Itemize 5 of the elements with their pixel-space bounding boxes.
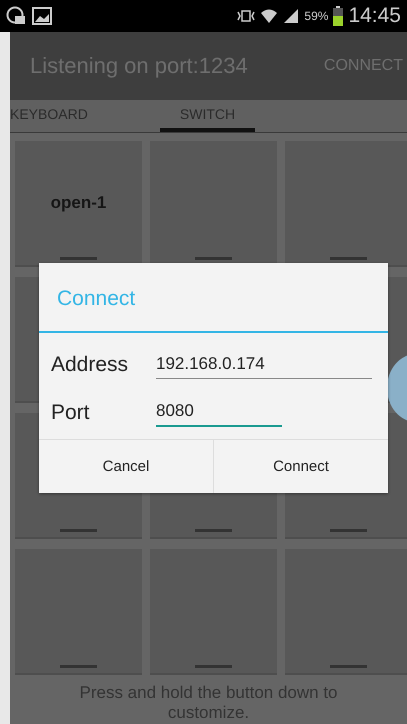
dialog-title: Connect: [39, 263, 388, 333]
field-label: Address: [51, 353, 130, 377]
field-label: Port: [51, 401, 91, 425]
battery-percent: 59%: [304, 9, 328, 23]
clock: 14:45: [348, 4, 401, 28]
